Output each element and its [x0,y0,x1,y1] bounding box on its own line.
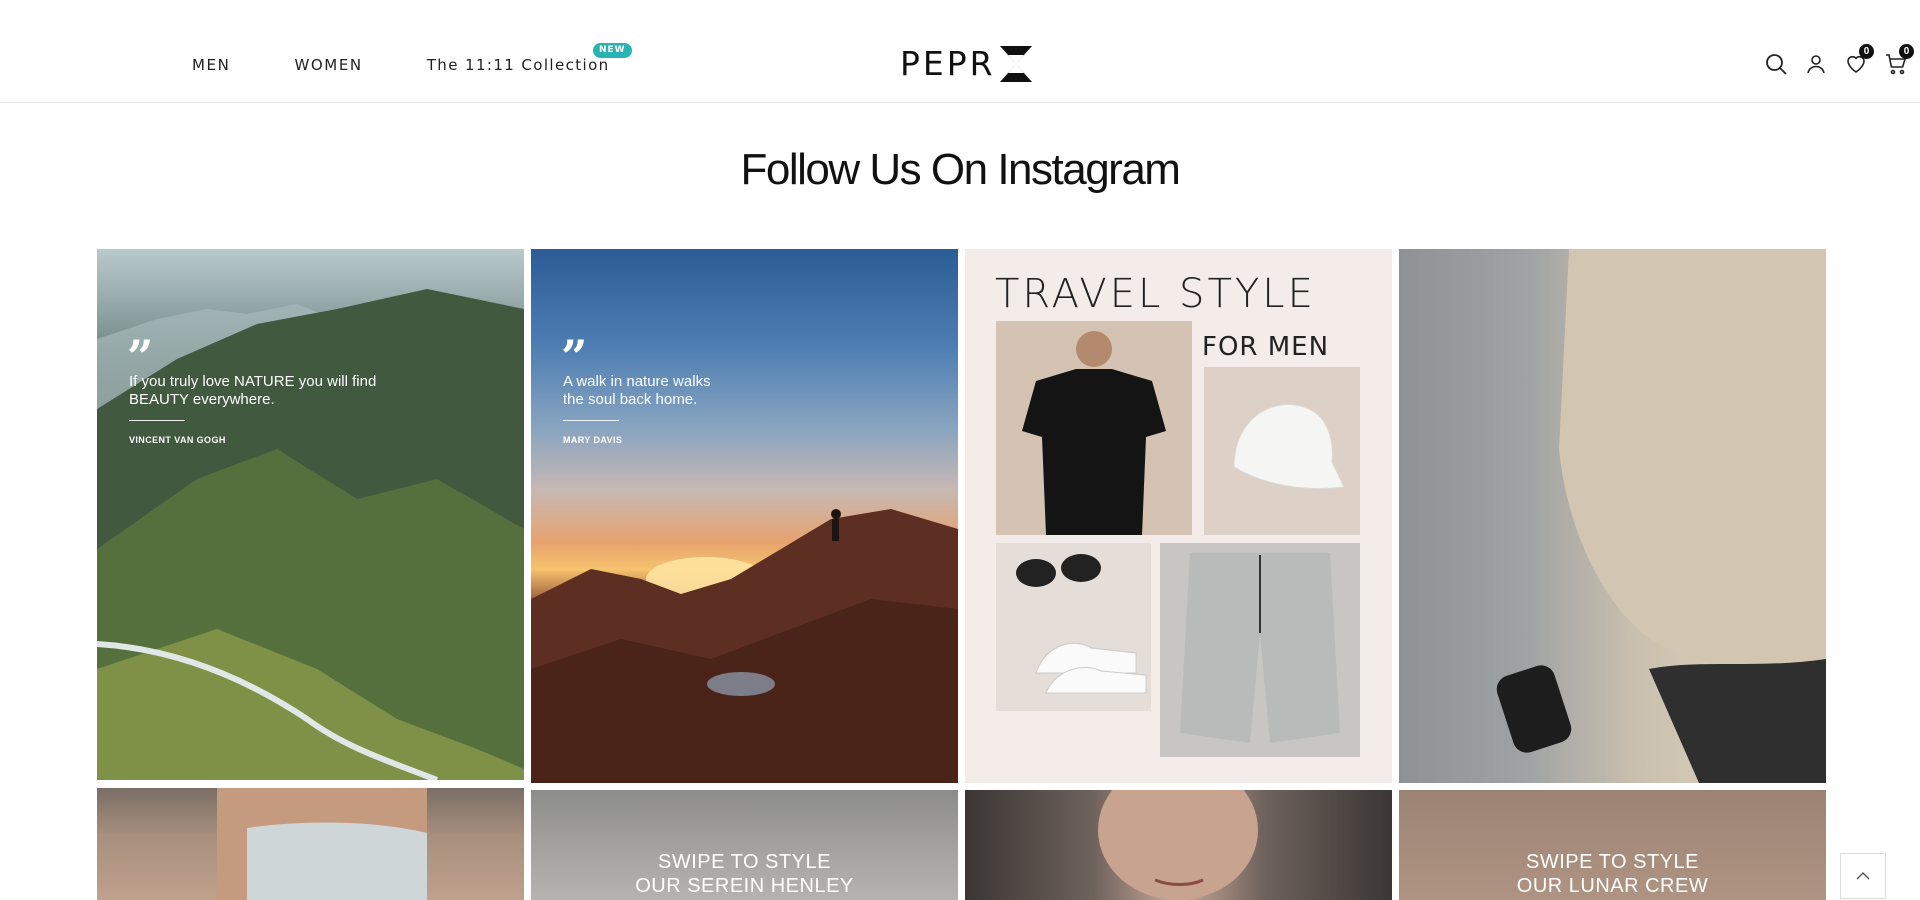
caption-line-2: OUR SEREIN HENLEY [635,875,854,897]
instagram-post-7[interactable] [965,790,1392,900]
sunset-image [531,509,958,783]
nav-women[interactable]: WOMEN [294,56,362,74]
instagram-post-4[interactable] [1399,249,1826,783]
post-subtitle: FOR MEN [1202,332,1330,362]
account-icon[interactable] [1804,52,1828,76]
post-caption: SWIPE TO STYLE OUR LUNAR CREW [1399,850,1826,898]
caption-line-2: OUR LUNAR CREW [1516,875,1709,897]
post-title: TRAVEL STYLE [995,271,1316,317]
quote-divider [563,420,619,421]
post-quote: If you truly love NATURE you will find B… [129,373,377,408]
caption-line-1: SWIPE TO STYLE [1526,851,1699,873]
instagram-post-6[interactable]: SWIPE TO STYLE OUR SEREIN HENLEY [531,790,958,900]
post-caption: SWIPE TO STYLE OUR SEREIN HENLEY [531,850,958,898]
model-face-image [1098,790,1258,900]
chevron-up-icon [1856,872,1870,880]
instagram-post-2[interactable]: ” A walk in nature walks the soul back h… [531,249,958,783]
shorts-photo [1160,543,1360,757]
model-waist-image [217,788,427,900]
site-header: MEN WOMEN The 11:11 Collection NEW PEPR … [0,0,1920,103]
nav-1111-collection[interactable]: The 11:11 Collection NEW [426,43,632,74]
instagram-post-8[interactable]: SWIPE TO STYLE OUR LUNAR CREW [1399,790,1826,900]
tshirt-photo [996,321,1192,535]
brand-logo[interactable]: PEPR [900,44,1032,83]
nav-1111-collection-label: The 11:11 Collection [426,56,610,74]
cart-count: 0 [1899,44,1914,59]
wishlist-icon[interactable]: 0 [1844,44,1874,76]
nav-men[interactable]: MEN [192,56,230,74]
wishlist-count: 0 [1859,44,1874,59]
caption-line-1: SWIPE TO STYLE [658,851,831,873]
post-author: VINCENT VAN GOGH [129,435,226,445]
post-quote: A walk in nature walks the soul back hom… [563,373,711,408]
sleeve-image [1496,249,1826,783]
instagram-post-3[interactable]: TRAVEL STYLE FOR MEN [965,249,1392,783]
cart-icon[interactable]: 0 [1884,44,1914,76]
instagram-post-5[interactable] [97,788,524,900]
post-author: MARY DAVIS [563,435,623,445]
search-icon[interactable] [1764,52,1788,76]
logo-mark-icon [999,45,1032,82]
instagram-post-1[interactable]: ” If you truly love NATURE you will find… [97,249,524,780]
new-badge: NEW [592,43,632,58]
shoes-sunglasses-photo [996,543,1151,711]
mountain-image [97,289,524,780]
quote-divider [129,420,185,421]
cap-photo [1204,367,1360,535]
header-actions: 0 0 [1764,44,1914,76]
back-to-top-button[interactable] [1840,853,1886,899]
section-title: Follow Us On Instagram [740,145,1181,194]
logo-wordmark: PEPR [900,44,996,83]
main-nav: MEN WOMEN The 11:11 Collection NEW [192,43,674,74]
